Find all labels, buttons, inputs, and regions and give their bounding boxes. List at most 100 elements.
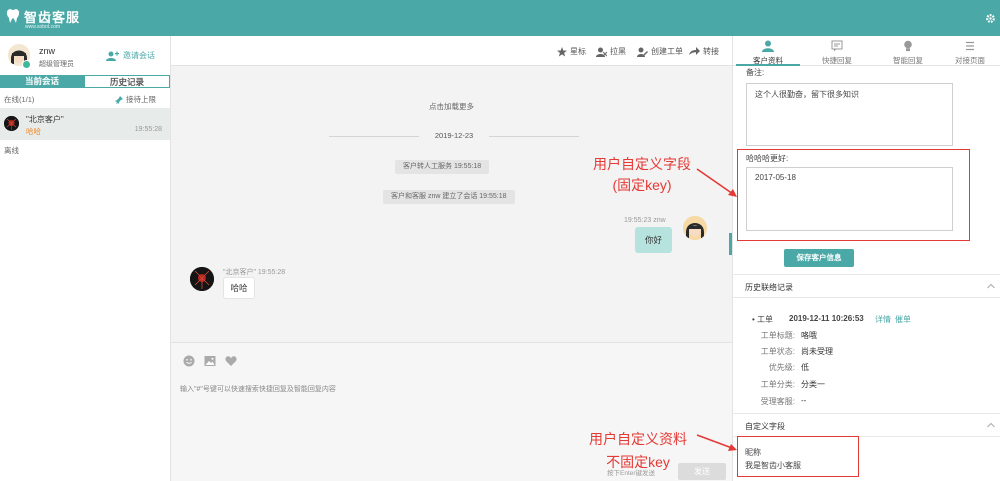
tab-label: 智能回复 bbox=[893, 56, 923, 65]
brand-url: www.sobot.com bbox=[25, 24, 61, 30]
transfer-label: 转接 bbox=[703, 47, 719, 56]
online-row: 在线(1/1) 接待上限 bbox=[0, 90, 170, 106]
save-customer-button[interactable]: 保存客户信息 bbox=[784, 249, 854, 267]
create-ticket-button[interactable]: 创建工单 bbox=[637, 46, 683, 57]
block-button[interactable]: 拉黑 bbox=[596, 46, 626, 57]
tab-history[interactable]: 历史记录 bbox=[84, 75, 170, 87]
tab-label: 快捷回复 bbox=[822, 56, 852, 65]
tab-label: 对接页面 bbox=[955, 56, 985, 65]
bulb-icon bbox=[904, 40, 912, 52]
invite-chat-button[interactable]: 邀请会话 bbox=[106, 50, 155, 61]
customer-message-meta: "北京客户" 19:55:28 bbox=[223, 269, 286, 276]
agent-message-bubble: 你好 bbox=[635, 227, 672, 253]
chevron-up-icon[interactable] bbox=[987, 422, 995, 428]
offline-group[interactable]: 离线 bbox=[4, 145, 19, 156]
agent-chat-avatar bbox=[683, 216, 707, 240]
tab-docking-page[interactable]: 对接页面 bbox=[938, 36, 1000, 66]
customer-info-panel: 客户资料 快捷回复 智能回复 对接页面 备注: 这个人很勤奋，留下很多知识 哈哈 bbox=[732, 36, 1000, 481]
agent-message-meta: 19:55:23 znw bbox=[624, 217, 666, 224]
block-user-icon bbox=[596, 47, 607, 57]
remark-field[interactable]: 这个人很勤奋，留下很多知识 bbox=[746, 83, 953, 146]
load-more-link[interactable]: 点击加载更多 bbox=[171, 101, 732, 112]
ticket-field-label: 受理客服: bbox=[760, 397, 795, 406]
list-icon bbox=[966, 41, 974, 51]
conversation-panel: znw 超级管理员 邀请会话 当前会话 历史记录 在线(1/1) 接待上限 "北… bbox=[0, 36, 171, 481]
history-section-title: 历史联络记录 bbox=[745, 283, 793, 292]
chat-panel: 星标 拉黑 创建工单 转接 点击加载更多 2019-12-23 客户转人工服务 … bbox=[171, 36, 732, 481]
gear-icon[interactable] bbox=[985, 13, 996, 24]
conversation-item[interactable]: "北京客户" 哈哈 19:55:28 bbox=[0, 108, 170, 140]
date-divider: 2019-12-23 bbox=[329, 131, 579, 141]
add-user-icon bbox=[106, 51, 119, 61]
person-icon bbox=[762, 40, 774, 52]
transfer-button[interactable]: 转接 bbox=[689, 46, 719, 57]
system-message: 客户转人工服务 19:55:18 bbox=[395, 160, 490, 174]
top-bar: 智齿客服 www.sobot.com bbox=[0, 0, 1000, 36]
ticket-field-value: 低 bbox=[801, 363, 809, 372]
annotation-arrow bbox=[696, 168, 737, 197]
ticket-field-label: 优先级: bbox=[768, 363, 795, 372]
compose-hint: 输入"#"号键可以快速搜索快捷回复及智能回复内容 bbox=[180, 386, 336, 393]
annotation-free-title: 用户自定义资料 bbox=[589, 431, 687, 447]
conversation-name: "北京客户" bbox=[26, 115, 64, 124]
star-icon bbox=[557, 46, 567, 56]
right-tabs: 客户资料 快捷回复 智能回复 对接页面 bbox=[733, 36, 1000, 66]
custom-section-header[interactable]: 自定义字段 bbox=[733, 413, 1000, 437]
invite-label: 邀请会话 bbox=[123, 51, 155, 60]
annotation-fixed-sub: (固定key) bbox=[612, 177, 672, 193]
ticket-entry: • 工单 bbox=[752, 315, 774, 324]
ticket-type: 工单 bbox=[757, 315, 774, 324]
create-ticket-label: 创建工单 bbox=[651, 47, 683, 56]
transfer-icon bbox=[689, 47, 700, 55]
tab-smart-reply[interactable]: 智能回复 bbox=[876, 36, 940, 66]
tab-label: 客户资料 bbox=[753, 56, 783, 65]
ticket-field-value: -- bbox=[801, 396, 807, 405]
reception-limit-button[interactable]: 接待上限 bbox=[115, 94, 156, 105]
ticket-urge-link[interactable]: 催单 bbox=[895, 314, 911, 325]
pin-icon bbox=[115, 95, 123, 104]
annotation-fixed-title: 用户自定义字段 bbox=[593, 156, 691, 172]
remark-label: 备注: bbox=[746, 68, 765, 77]
tooth-logo-icon bbox=[6, 9, 20, 23]
ticket-field-label: 工单标题: bbox=[760, 331, 795, 340]
annotation-free-sub: 不固定key bbox=[606, 454, 670, 470]
online-status-badge bbox=[22, 60, 31, 69]
reception-limit-label: 接待上限 bbox=[126, 95, 156, 104]
conversation-time: 19:55:28 bbox=[134, 126, 162, 133]
custom-section-title: 自定义字段 bbox=[745, 422, 785, 431]
agent-role: 超级管理员 bbox=[39, 61, 74, 68]
customer-chat-avatar bbox=[190, 267, 214, 291]
annotation-arrow bbox=[696, 434, 737, 451]
emoji-icon[interactable] bbox=[183, 355, 195, 367]
date-label: 2019-12-23 bbox=[434, 131, 474, 140]
customer-avatar bbox=[4, 116, 19, 131]
star-button[interactable]: 星标 bbox=[557, 46, 586, 57]
online-count: 在线(1/1) bbox=[4, 95, 35, 104]
edit-ticket-icon bbox=[637, 47, 648, 57]
ticket-field-label: 工单状态: bbox=[760, 347, 795, 356]
chevron-up-icon[interactable] bbox=[987, 283, 995, 289]
star-label: 星标 bbox=[570, 47, 586, 56]
history-section-header[interactable]: 历史联络记录 bbox=[733, 274, 1000, 298]
quick-reply-icon bbox=[831, 40, 843, 52]
ticket-detail-link[interactable]: 详情 bbox=[875, 314, 891, 325]
ticket-field-label: 工单分类: bbox=[760, 380, 795, 389]
block-label: 拉黑 bbox=[610, 47, 626, 56]
chat-toolbar: 星标 拉黑 创建工单 转接 bbox=[171, 36, 732, 66]
fixed-key-highlight bbox=[737, 149, 970, 241]
ticket-field-value: 尚未受理 bbox=[801, 347, 833, 356]
image-icon[interactable] bbox=[204, 355, 216, 367]
tab-quick-reply[interactable]: 快捷回复 bbox=[805, 36, 869, 66]
conversation-last-message: 哈哈 bbox=[26, 127, 41, 136]
free-key-highlight bbox=[737, 436, 859, 477]
agent-name: znw bbox=[39, 46, 56, 56]
tab-customer-profile[interactable]: 客户资料 bbox=[736, 36, 800, 66]
ticket-field-value: 咯哦 bbox=[801, 331, 817, 340]
ticket-datetime: 2019-12-11 10:26:53 bbox=[789, 314, 864, 323]
tab-current-sessions[interactable]: 当前会话 bbox=[0, 75, 84, 87]
system-message: 客户和客服 znw 建立了会话 19:55:18 bbox=[383, 190, 515, 204]
customer-message-bubble: 哈哈 bbox=[223, 277, 255, 299]
heart-icon[interactable] bbox=[225, 355, 237, 367]
ticket-field-value: 分类一 bbox=[801, 380, 825, 389]
conversation-tabs: 当前会话 历史记录 bbox=[0, 75, 170, 88]
